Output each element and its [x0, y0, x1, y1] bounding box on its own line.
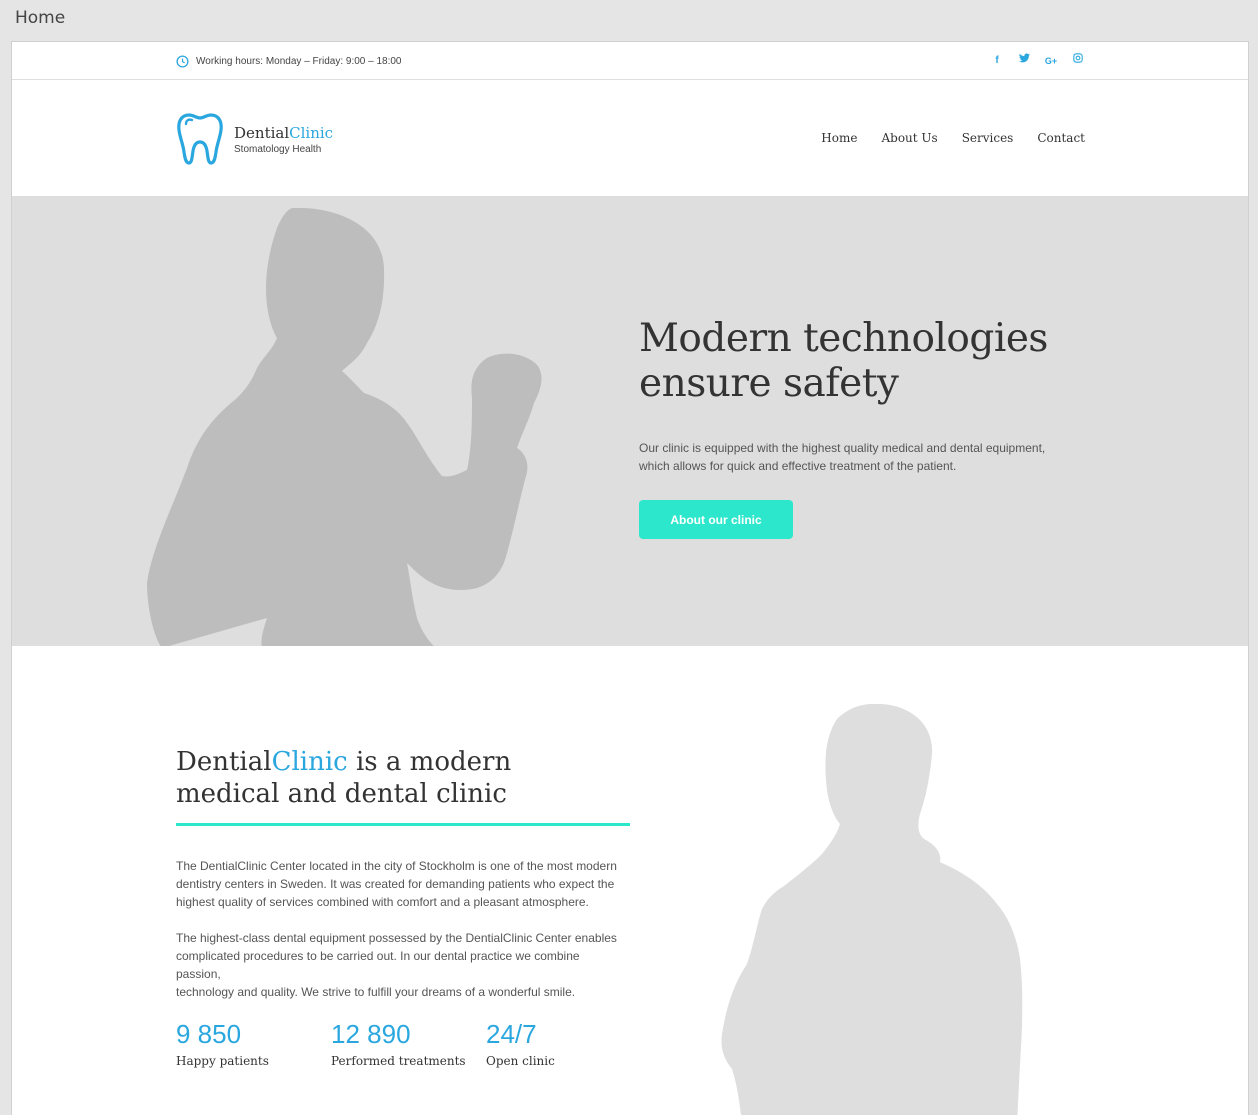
stat-label: Open clinic: [486, 1054, 555, 1068]
site-header: DentialClinic Stomatology Health Home Ab…: [12, 80, 1248, 196]
window-title: Home: [15, 8, 66, 28]
social-links: f G+: [990, 53, 1085, 68]
brand-tagline: Stomatology Health: [234, 143, 322, 155]
title-underline: [176, 823, 630, 826]
hero-description-line1: Our clinic is equipped with the highest …: [639, 441, 1046, 455]
top-info-bar: Working hours: Monday – Friday: 9:00 – 1…: [12, 42, 1248, 80]
nav-home[interactable]: Home: [821, 131, 857, 145]
about-paragraph-1-line: The DentialClinic Center located in the …: [176, 859, 617, 873]
main-nav: Home About Us Services Contact: [821, 131, 1085, 145]
working-hours: Working hours: Monday – Friday: 9:00 – 1…: [176, 54, 401, 68]
about-our-clinic-button[interactable]: About our clinic: [639, 500, 793, 539]
about-paragraph-2: The highest-class dental equipment posse…: [176, 929, 626, 1001]
stat-value: 12 890: [331, 1019, 411, 1049]
stat-label: Performed treatments: [331, 1054, 466, 1068]
twitter-icon[interactable]: [1017, 53, 1031, 68]
about-paragraph-2-line: complicated procedures to be carried out…: [176, 949, 580, 981]
hero-title-line1: Modern technologies: [639, 316, 1048, 361]
browser-viewport: Working hours: Monday – Friday: 9:00 – 1…: [11, 41, 1249, 1115]
stat-item: 24/7 Open clinic: [486, 1018, 641, 1068]
about-title-rest1: is a modern: [347, 747, 512, 777]
stat-label: Happy patients: [176, 1054, 269, 1068]
facebook-icon[interactable]: f: [990, 54, 1004, 68]
stat-value: 24/7: [486, 1019, 537, 1049]
tooth-logo-icon: [177, 113, 223, 165]
instagram-icon[interactable]: [1071, 53, 1085, 68]
clinic-stats: 9 850 Happy patients 12 890 Performed tr…: [176, 1018, 641, 1068]
about-paragraph-1-line: dentistry centers in Sweden. It was crea…: [176, 877, 615, 891]
about-paragraph-1-line: highest quality of services combined wit…: [176, 895, 589, 909]
hero-title: Modern technologies ensure safety: [639, 316, 1059, 406]
hero-content: Modern technologies ensure safety Our cli…: [639, 316, 1059, 539]
about-paragraph-2-line: technology and quality. We strive to ful…: [176, 985, 576, 999]
hero-description-line2: which allows for quick and effective tre…: [639, 459, 957, 473]
brand-name-main: Dential: [234, 123, 290, 142]
google-plus-icon[interactable]: G+: [1044, 54, 1058, 68]
about-title-brand-main: Dential: [176, 747, 272, 777]
hero-description: Our clinic is equipped with the highest …: [639, 439, 1059, 475]
clock-icon: [176, 54, 189, 68]
hero-person-silhouette: [147, 208, 542, 646]
nav-services[interactable]: Services: [962, 131, 1014, 145]
stat-item: 9 850 Happy patients: [176, 1018, 331, 1068]
stat-item: 12 890 Performed treatments: [331, 1018, 486, 1068]
about-title-brand-accent: Clinic: [271, 747, 348, 777]
working-hours-text: Working hours: Monday – Friday: 9:00 – 1…: [196, 55, 402, 67]
about-title: DentialClinic is a modern medical and den…: [176, 746, 636, 810]
about-paragraph-2-line: The highest-class dental equipment posse…: [176, 931, 617, 945]
about-person-silhouette: [721, 704, 1023, 1115]
about-section: DentialClinic is a modern medical and den…: [12, 646, 1248, 1115]
nav-contact[interactable]: Contact: [1037, 131, 1085, 145]
stat-value: 9 850: [176, 1019, 242, 1049]
about-title-rest2: medical and dental clinic: [176, 779, 507, 809]
brand-name: DentialClinic: [234, 124, 333, 142]
hero-title-line2: ensure safety: [639, 361, 899, 406]
hero-section: Modern technologies ensure safety Our cli…: [12, 196, 1248, 646]
site-logo[interactable]: DentialClinic Stomatology Health: [176, 112, 333, 166]
nav-about-us[interactable]: About Us: [881, 131, 937, 145]
about-paragraph-1: The DentialClinic Center located in the …: [176, 857, 626, 911]
brand-name-accent: Clinic: [289, 123, 334, 142]
